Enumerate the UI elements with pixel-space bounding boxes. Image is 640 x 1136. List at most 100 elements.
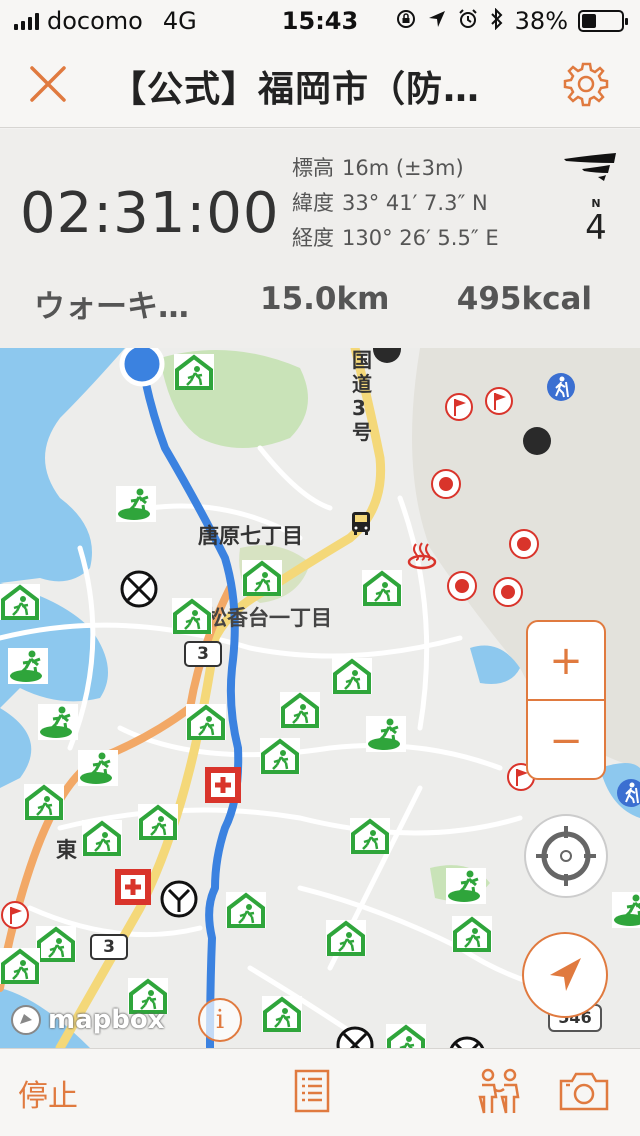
evacuation-site-icon[interactable] [446, 868, 486, 904]
town-label: 唐原七丁目 [198, 524, 303, 548]
police-box-icon[interactable] [448, 1036, 486, 1048]
evacuation-site-icon[interactable] [78, 750, 118, 786]
rotation-lock-icon [395, 8, 417, 35]
water-area [0, 348, 125, 583]
zoom-controls: + − [526, 620, 606, 780]
compass-value: 4 [585, 208, 607, 248]
dark-poi-icon[interactable] [522, 426, 552, 456]
shelter-icon[interactable] [326, 920, 366, 956]
navigation-button[interactable] [522, 932, 608, 1018]
status-icons: 38% [395, 7, 628, 35]
flag-poi-icon[interactable] [484, 386, 514, 416]
dark-poi-icon[interactable] [372, 348, 402, 364]
shelter-icon[interactable] [172, 598, 212, 634]
zoom-out-button[interactable]: − [528, 701, 604, 778]
summary-row: ウォーキ… 15.0km 495kcal [0, 277, 640, 327]
shelter-icon[interactable] [242, 560, 282, 596]
camera-button[interactable] [558, 1069, 610, 1113]
start-position-marker [119, 348, 165, 387]
shelter-icon[interactable] [260, 738, 300, 774]
settings-button[interactable] [562, 60, 610, 108]
page-title: 【公式】福岡市（防… [110, 69, 481, 110]
locate-button[interactable] [524, 814, 608, 898]
latitude-row: 緯度 33° 41′ 7.3″ N [292, 186, 499, 221]
town-label: 松香台一丁目 [206, 606, 332, 630]
mapbox-attribution[interactable]: mapbox [10, 1002, 165, 1038]
hiking-icon[interactable] [546, 372, 576, 402]
stop-button[interactable]: 停止 [18, 1071, 78, 1115]
bottom-toolbar: 停止 [0, 1048, 640, 1136]
evacuation-site-icon[interactable] [116, 486, 156, 522]
evacuation-site-icon[interactable] [38, 704, 78, 740]
altitude-label: 標高 [292, 156, 334, 180]
shelter-icon[interactable] [350, 818, 390, 854]
shelter-icon[interactable] [24, 784, 64, 820]
shelter-icon[interactable] [138, 804, 178, 840]
red-target-poi-icon[interactable] [430, 468, 462, 500]
info-button[interactable]: i [198, 998, 242, 1042]
shelter-icon[interactable] [0, 948, 40, 984]
police-box-icon[interactable] [336, 1026, 374, 1048]
elapsed-time: 02:31:00 [20, 181, 280, 246]
flag-poi-icon[interactable] [0, 900, 30, 930]
zoom-in-button[interactable]: + [528, 622, 604, 701]
hospital-icon[interactable] [114, 868, 152, 906]
bus-stop-icon[interactable] [348, 510, 374, 536]
police-box-icon[interactable] [120, 570, 158, 608]
hiking-icon[interactable] [616, 778, 640, 808]
altitude-row: 標高 16m (±3m) [292, 151, 499, 186]
log-button[interactable] [294, 1069, 330, 1113]
altitude-value: 16m (±3m) [342, 156, 464, 180]
camera-icon [559, 1072, 609, 1111]
shelter-icon[interactable] [386, 1024, 426, 1048]
evacuation-site-icon[interactable] [612, 892, 640, 928]
shelter-icon[interactable] [186, 704, 226, 740]
position-info: 標高 16m (±3m) 緯度 33° 41′ 7.3″ N 経度 130° 26′ … [292, 151, 499, 256]
shelter-icon[interactable] [362, 570, 402, 606]
shelter-icon[interactable] [82, 820, 122, 856]
longitude-row: 経度 130° 26′ 5.5″ E [292, 221, 499, 256]
alarm-icon [457, 8, 479, 35]
close-button[interactable] [26, 62, 70, 106]
latitude-value: 33° 41′ 7.3″ N [342, 191, 488, 215]
activity-type[interactable]: ウォーキ… [34, 281, 204, 326]
red-target-poi-icon[interactable] [492, 576, 524, 608]
longitude-label: 経度 [292, 226, 334, 250]
people-button[interactable] [474, 1067, 524, 1117]
nav-bar: 【公式】福岡市（防… [0, 40, 640, 128]
evacuation-site-icon[interactable] [8, 648, 48, 684]
shelter-icon[interactable] [262, 996, 302, 1032]
red-target-poi-icon[interactable] [446, 570, 478, 602]
latitude-label: 緯度 [292, 191, 334, 215]
shelter-icon[interactable] [332, 658, 372, 694]
shelter-icon[interactable] [0, 584, 40, 620]
battery-icon [578, 10, 628, 32]
map-view[interactable]: 唐原七丁目 松香台一丁目 東 国道3号 3 3 546 + − mapbox i [0, 348, 640, 1048]
shelter-icon[interactable] [36, 926, 76, 962]
people-icon [478, 1068, 520, 1114]
longitude-value: 130° 26′ 5.5″ E [342, 226, 499, 250]
shelter-icon[interactable] [226, 892, 266, 928]
bluetooth-icon [489, 7, 505, 35]
crosshair-icon [536, 826, 596, 886]
battery-fill [582, 14, 597, 28]
red-target-poi-icon[interactable] [508, 528, 540, 560]
route-shield: 3 [184, 641, 222, 667]
hospital-icon[interactable] [204, 766, 242, 804]
flag-poi-icon[interactable] [444, 392, 474, 422]
station-icon[interactable] [160, 880, 198, 918]
evacuation-site-icon[interactable] [366, 716, 406, 752]
compass: N 4 [578, 197, 614, 251]
tracking-stats-panel: 02:31:00 標高 16m (±3m) 緯度 33° 41′ 7.3″ N 経度… [0, 129, 640, 348]
gear-icon [563, 62, 609, 107]
location-arrow-icon [427, 9, 447, 34]
gps-signal-icon [562, 149, 618, 183]
route-shield: 3 [90, 934, 128, 960]
status-bar: docomo 4G 15:43 38% [0, 0, 640, 40]
hot-spring-icon[interactable] [406, 540, 438, 570]
shelter-icon[interactable] [280, 692, 320, 728]
area-label: 東 [56, 838, 77, 862]
close-icon [30, 66, 66, 102]
shelter-icon[interactable] [452, 916, 492, 952]
shelter-icon[interactable] [174, 354, 214, 390]
